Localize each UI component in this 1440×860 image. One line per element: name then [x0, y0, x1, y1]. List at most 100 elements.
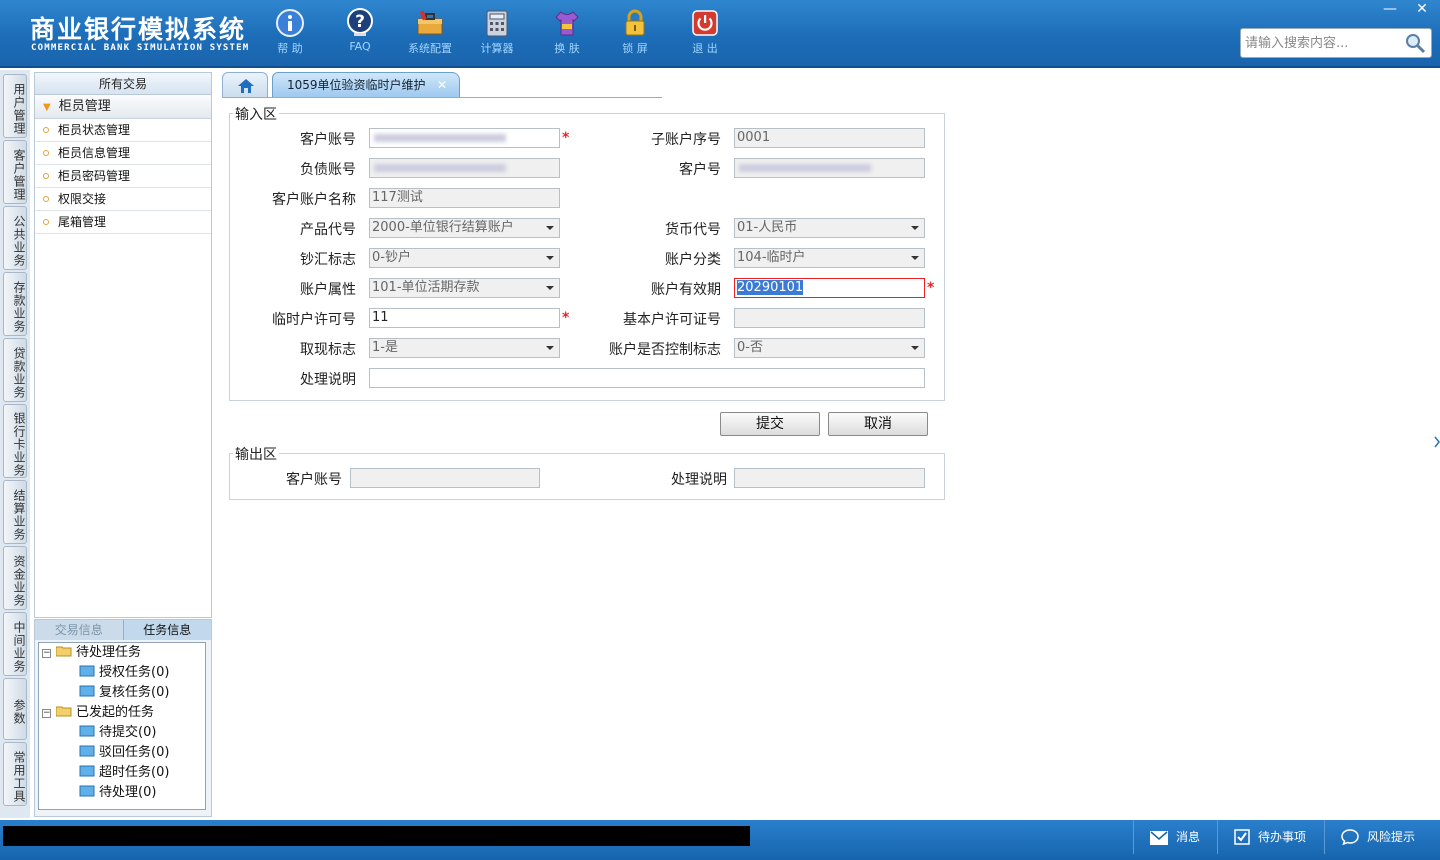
nav-item-permission-handover[interactable]: 权限交接: [35, 188, 211, 211]
vtab-customer-management[interactable]: 客户管理: [3, 140, 27, 204]
nav-group-teller-management[interactable]: ▼ 柜员管理: [35, 95, 211, 119]
status-bar: 消息 待办事项 风险提示: [0, 820, 1440, 860]
module-tabs: 用户管理 客户管理 公共业务 存款业务 贷款业务 银行卡业务 结算业务 资金业务…: [0, 70, 30, 818]
vtab-deposit-business[interactable]: 存款业务: [3, 272, 27, 336]
customer-no-field[interactable]: [734, 158, 925, 178]
dropdown-arrow-icon[interactable]: [906, 219, 924, 237]
submit-button[interactable]: 提交: [720, 412, 820, 436]
customer-account-field[interactable]: [369, 128, 560, 148]
tree-node-initiated[interactable]: − 已发起的任务: [42, 703, 154, 723]
basic-permit-field[interactable]: [734, 308, 925, 328]
search-icon[interactable]: [1404, 32, 1426, 54]
dropdown-arrow-icon[interactable]: [906, 249, 924, 267]
vtab-public-business[interactable]: 公共业务: [3, 206, 27, 270]
system-config-label: 系统配置: [408, 42, 452, 55]
required-mark: *: [562, 310, 570, 326]
minimize-button[interactable]: —: [1374, 0, 1406, 18]
product-code-label: 产品代号: [300, 222, 356, 238]
shirt-icon: [555, 11, 579, 36]
collapse-icon[interactable]: −: [42, 649, 51, 658]
vtab-loan-business[interactable]: 贷款业务: [3, 338, 27, 402]
nav-item-label: 柜员信息管理: [58, 146, 131, 160]
remark-field[interactable]: [369, 368, 925, 388]
info-icon: [276, 9, 304, 37]
calculator-icon: [486, 10, 508, 37]
product-code-value: 2000-单位银行结算账户: [372, 220, 514, 235]
tab-task-info[interactable]: 任务信息: [122, 620, 211, 640]
triangle-down-icon: ▼: [43, 102, 51, 113]
liability-account-field[interactable]: [369, 158, 560, 178]
todo-button[interactable]: 待办事项: [1217, 820, 1324, 854]
vtab-common-tools[interactable]: 常用工具: [3, 742, 27, 806]
vtab-settlement-business[interactable]: 结算业务: [3, 480, 27, 544]
nav-group-label: 柜员管理: [58, 99, 111, 114]
vtab-fund-business[interactable]: 资金业务: [3, 546, 27, 610]
dropdown-arrow-icon[interactable]: [906, 339, 924, 357]
account-class-select[interactable]: 104-临时户: [734, 248, 925, 268]
account-name-field[interactable]: 117测试: [369, 188, 560, 208]
tree-node-to-submit[interactable]: 待提交(0): [79, 723, 156, 743]
tree-node-label: 超时任务(0): [99, 765, 170, 780]
dropdown-arrow-icon[interactable]: [541, 279, 559, 297]
vtab-intermediate-business[interactable]: 中间业务: [3, 612, 27, 676]
nav-item-cash-box[interactable]: 尾箱管理: [35, 211, 211, 234]
sub-account-seq-field[interactable]: 0001: [734, 128, 925, 148]
messages-label: 消息: [1176, 830, 1201, 844]
tab-close-icon[interactable]: ✕: [437, 73, 447, 97]
tree-node-timeout[interactable]: 超时任务(0): [79, 763, 169, 783]
account-attr-select[interactable]: 101-单位活期存款: [369, 278, 560, 298]
control-flag-select[interactable]: 0-否: [734, 338, 925, 358]
tree-node-pending[interactable]: − 待处理任务: [42, 643, 141, 663]
nav-item-label: 权限交接: [58, 192, 107, 206]
nav-header: 所有交易: [35, 73, 211, 95]
system-config-button[interactable]: 系统配置: [400, 8, 460, 56]
tab-transaction-info[interactable]: 交易信息: [35, 620, 123, 640]
withdraw-flag-select[interactable]: 1-是: [369, 338, 560, 358]
help-label: 帮 助: [277, 42, 303, 55]
header-bar: 商业银行模拟系统 COMMERCIAL BANK SIMULATION SYST…: [0, 0, 1440, 68]
temp-permit-field[interactable]: 11: [369, 308, 560, 328]
withdraw-flag-label: 取现标志: [300, 342, 356, 358]
folder-open-icon: [56, 646, 72, 657]
collapse-right-icon[interactable]: [1433, 422, 1440, 462]
collapse-icon[interactable]: −: [42, 709, 51, 718]
dropdown-arrow-icon[interactable]: [541, 219, 559, 237]
tab-temp-account-maintenance[interactable]: 1059单位验资临时户维护 ✕: [272, 72, 460, 98]
calculator-button[interactable]: 计算器: [467, 8, 527, 56]
tree-node-review-tasks[interactable]: 复核任务(0): [79, 683, 169, 703]
currency-code-select[interactable]: 01-人民币: [734, 218, 925, 238]
product-code-select[interactable]: 2000-单位银行结算账户: [369, 218, 560, 238]
tree-node-auth-tasks[interactable]: 授权任务(0): [79, 663, 169, 683]
tree-node-to-process[interactable]: 待处理(0): [79, 783, 156, 803]
account-class-value: 104-临时户: [737, 250, 806, 265]
vtab-parameters[interactable]: 参数: [3, 678, 27, 740]
messages-button[interactable]: 消息: [1133, 820, 1217, 854]
change-skin-button[interactable]: 换 肤: [537, 8, 597, 56]
bullet-icon: [43, 196, 49, 202]
risk-alert-button[interactable]: 风险提示: [1324, 820, 1440, 854]
account-attr-label: 账户属性: [300, 282, 356, 298]
help-button[interactable]: 帮 助: [260, 8, 320, 56]
cancel-button[interactable]: 取消: [828, 412, 928, 436]
faq-button[interactable]: ? FAQ: [330, 8, 390, 53]
search-input[interactable]: [1241, 29, 1401, 57]
dropdown-arrow-icon[interactable]: [541, 249, 559, 267]
bullet-icon: [43, 150, 49, 156]
logout-button[interactable]: 退 出: [675, 8, 735, 56]
dropdown-arrow-icon[interactable]: [541, 339, 559, 357]
nav-item-teller-password[interactable]: 柜员密码管理: [35, 165, 211, 188]
tab-home[interactable]: [222, 72, 268, 98]
nav-item-teller-info[interactable]: 柜员信息管理: [35, 142, 211, 165]
vtab-user-management[interactable]: 用户管理: [3, 74, 27, 138]
vtab-bank-card-business[interactable]: 银行卡业务: [3, 404, 27, 478]
folder-icon: [79, 765, 95, 777]
nav-item-teller-status[interactable]: 柜员状态管理: [35, 119, 211, 142]
lock-screen-button[interactable]: 锁 屏: [605, 8, 665, 56]
close-window-button[interactable]: ✕: [1406, 0, 1438, 18]
cash-flag-select[interactable]: 0-钞户: [369, 248, 560, 268]
tree-node-rejected[interactable]: 驳回任务(0): [79, 743, 169, 763]
tab-underline: [222, 97, 662, 98]
tree-node-label: 复核任务(0): [99, 685, 170, 700]
tree-node-label: 待提交(0): [99, 725, 157, 740]
valid-date-field[interactable]: 20290101: [734, 278, 925, 298]
